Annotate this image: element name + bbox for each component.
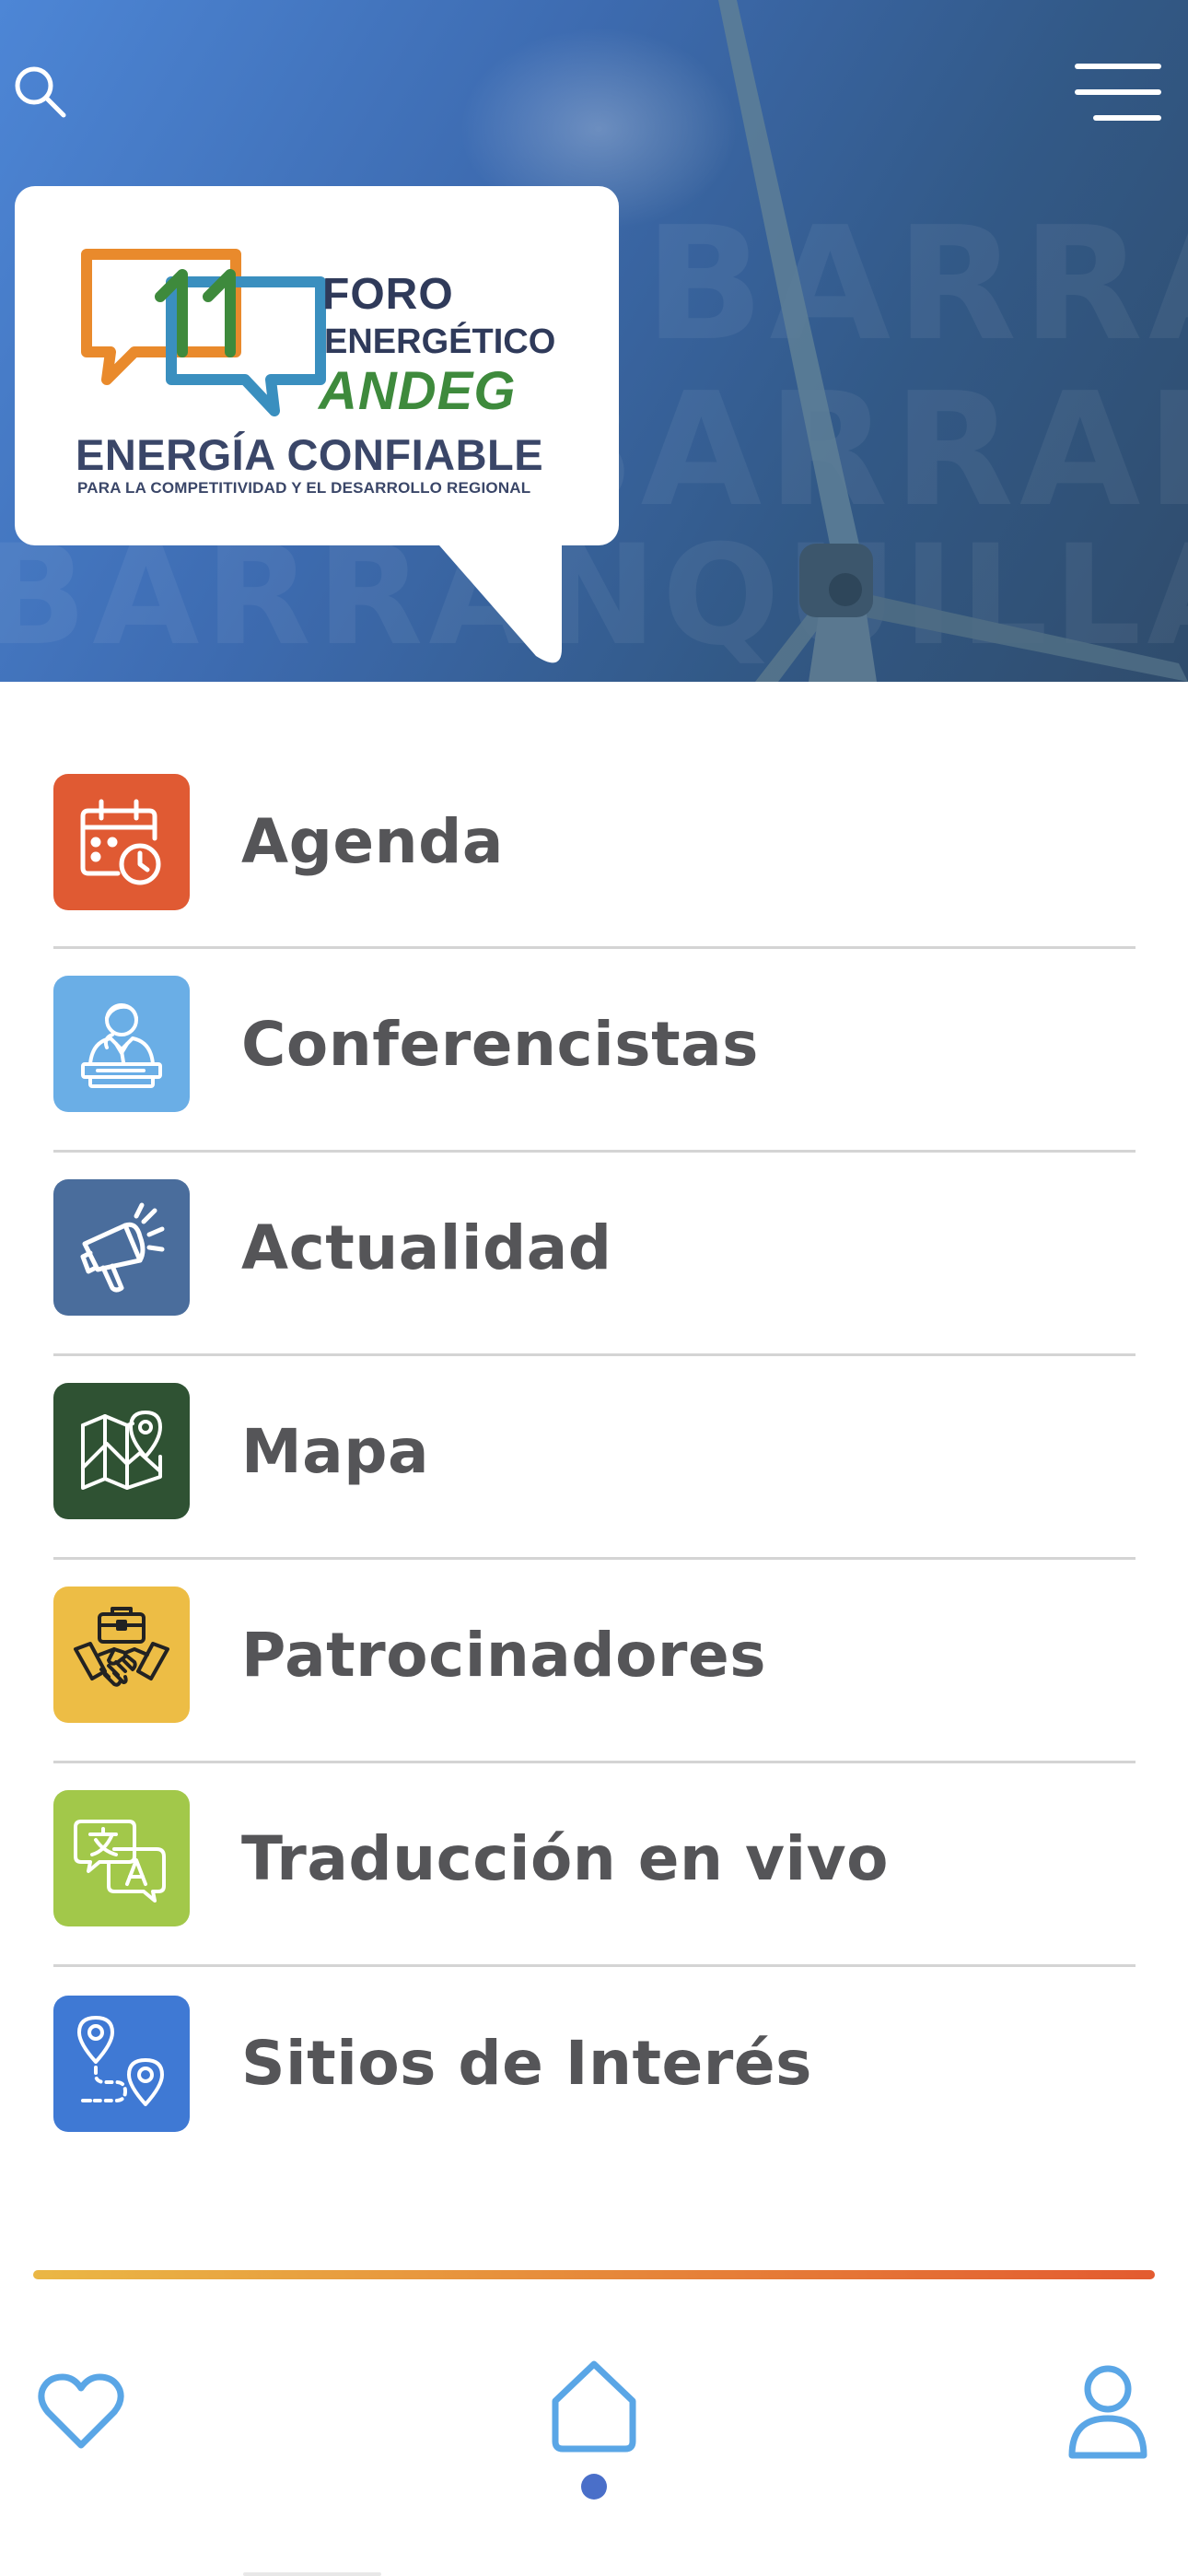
calendar-clock-icon (53, 773, 190, 910)
menu-item-patrocinadores[interactable]: Patrocinadores (53, 1560, 1136, 1763)
logo-card-tail (433, 538, 562, 663)
map-pin-icon (53, 1383, 190, 1519)
menu-item-conferencistas[interactable]: Conferencistas (53, 949, 1136, 1153)
tab-favorites[interactable] (29, 2364, 133, 2460)
hero-banner: BARRANQUILLA BARRANQUILLA BARRANQUILLA (0, 0, 1188, 682)
user-icon (1068, 2365, 1147, 2459)
menu-item-traduccion[interactable]: Traducción en vivo (53, 1763, 1136, 1967)
system-home-indicator (243, 2572, 381, 2576)
search-icon (15, 66, 66, 118)
hamburger-menu-button[interactable] (1070, 53, 1166, 131)
megaphone-icon (53, 1179, 190, 1316)
logo-subtitle: PARA LA COMPETITIVIDAD Y EL DESARROLLO R… (77, 479, 531, 497)
logo-line-energetico: ENERGÉTICO (324, 322, 556, 361)
menu-item-label: Conferencistas (241, 1008, 759, 1080)
hamburger-menu-icon (1075, 64, 1161, 121)
speaker-podium-icon (53, 976, 190, 1112)
menu-item-agenda[interactable]: Agenda (53, 748, 1136, 949)
active-tab-indicator (581, 2474, 607, 2500)
translate-icon (53, 1790, 190, 1926)
logo-tagline: ENERGÍA CONFIABLE (76, 430, 544, 479)
menu-item-actualidad[interactable]: Actualidad (53, 1153, 1136, 1356)
menu-item-label: Mapa (241, 1415, 429, 1487)
menu-item-label: Patrocinadores (241, 1619, 767, 1691)
logo-line-foro: FORO (322, 270, 454, 319)
menu-item-label: Actualidad (241, 1212, 612, 1283)
tab-home[interactable] (542, 2353, 646, 2460)
event-logo: FORO ENERGÉTICO ANDEG ENERGÍA CONFIABLE … (15, 186, 619, 545)
menu-item-label: Sitios de Interés (241, 2028, 812, 2099)
route-pins-icon (53, 1995, 190, 2132)
accent-divider (33, 2270, 1155, 2279)
tab-profile[interactable] (1057, 2359, 1159, 2464)
home-icon (552, 2360, 636, 2453)
menu-item-label: Traducción en vivo (241, 1822, 889, 1894)
menu-item-label: Agenda (241, 806, 504, 877)
logo-line-andeg: ANDEG (319, 361, 517, 421)
speech-bubbles-logo-icon (81, 249, 326, 416)
heart-icon (38, 2373, 124, 2449)
main-menu-list: Agenda Conferencistas Actualidad Mapa Pa… (53, 748, 1136, 2171)
menu-item-sitios-de-interes[interactable]: Sitios de Interés (53, 1967, 1136, 2171)
menu-item-mapa[interactable]: Mapa (53, 1356, 1136, 1560)
search-button[interactable] (6, 57, 74, 125)
handshake-briefcase-icon (53, 1587, 190, 1723)
